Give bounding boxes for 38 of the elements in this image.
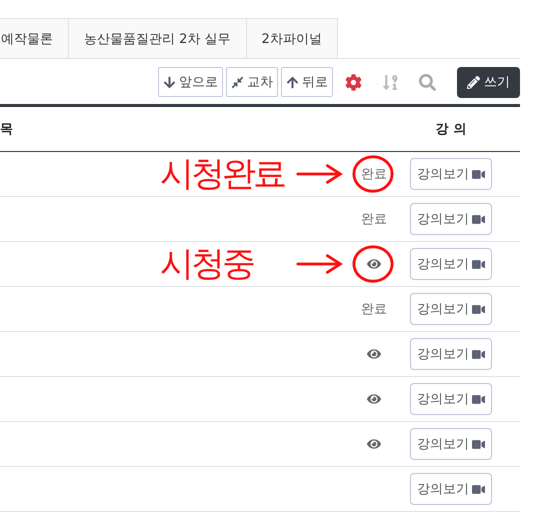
write-button[interactable]: 쓰기: [457, 66, 520, 98]
video-camera-icon: [472, 168, 485, 180]
watch-lecture-button[interactable]: 강의보기: [410, 428, 492, 460]
status-text: 완료: [361, 301, 387, 318]
watch-lecture-button[interactable]: 강의보기: [410, 248, 492, 280]
toolbar-button[interactable]: 앞으로: [158, 67, 223, 97]
compress-icon: [231, 76, 244, 88]
watch-lecture-button[interactable]: 강의보기: [410, 293, 492, 325]
circle-annotation: [350, 243, 396, 285]
video-camera-icon: [472, 438, 485, 450]
arrow-down-icon: [163, 76, 176, 88]
video-camera-icon: [472, 392, 485, 406]
video-camera-icon: [472, 348, 485, 360]
arrow-annotation: [296, 253, 344, 275]
tab[interactable]: 예작물론: [0, 18, 69, 58]
status-text: 완료: [361, 166, 387, 183]
watch-lecture-button[interactable]: 강의보기: [410, 473, 492, 505]
video-camera-icon: [472, 258, 485, 270]
tab[interactable]: 농산물품질관리 2차 실무: [69, 18, 247, 58]
watch-lecture-button[interactable]: 강의보기: [410, 338, 492, 370]
video-camera-icon: [472, 482, 485, 496]
video-camera-icon: [472, 302, 485, 316]
pencil-icon: [467, 76, 480, 88]
tab[interactable]: 2차파이널: [246, 18, 338, 58]
watch-lecture-button[interactable]: 강의보기: [410, 158, 492, 190]
handwritten-note: 시청완료: [160, 153, 284, 195]
circle-annotation: [350, 153, 396, 195]
toolbar-button[interactable]: 뒤로: [281, 67, 333, 97]
status-text: 완료: [361, 211, 387, 228]
arrow-up-icon: [286, 76, 299, 88]
column-header: 목: [0, 121, 13, 138]
column-header: 강 의: [436, 121, 466, 138]
watch-lecture-button[interactable]: 강의보기: [410, 203, 492, 235]
toolbar-button[interactable]: 교차: [226, 67, 278, 97]
watch-lecture-button[interactable]: 강의보기: [410, 383, 492, 415]
video-camera-icon: [472, 212, 485, 226]
arrow-annotation: [296, 163, 344, 185]
handwritten-note: 시청중: [160, 243, 253, 285]
